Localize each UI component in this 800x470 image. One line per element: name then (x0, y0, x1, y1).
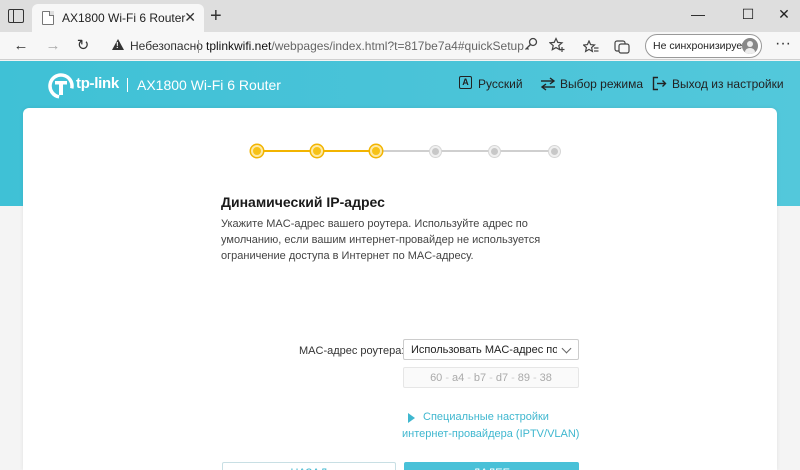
url-host: tplinkwifi.net (206, 39, 272, 53)
logout-icon[interactable] (652, 76, 667, 91)
expand-triangle-icon[interactable] (408, 413, 415, 423)
maximize-button[interactable]: ☐ (736, 3, 760, 25)
security-status[interactable]: Небезопасно (130, 39, 203, 53)
mac-octet: 89 (517, 371, 530, 384)
forward-nav-button[interactable]: → (42, 35, 64, 57)
url-text[interactable]: tplinkwifi.net/webpages/index.html?t=817… (206, 39, 524, 53)
tp-link-logo-icon (48, 73, 74, 99)
form-title: Динамический IP-адрес (221, 194, 385, 210)
tab-close-icon[interactable]: ✕ (184, 9, 196, 25)
mac-select-value: Использовать MAC-адрес по умолчанию (411, 344, 557, 356)
mac-separator: - (489, 371, 493, 384)
mac-octet: d7 (495, 371, 509, 384)
mac-octet: 38 (539, 371, 552, 384)
minimize-button[interactable]: — (686, 3, 710, 25)
tab-title: AX1800 Wi-Fi 6 Router (62, 11, 186, 25)
browser-tab-bar: AX1800 Wi-Fi 6 Router ✕ + — ☐ ✕ (0, 0, 800, 32)
address-bar[interactable]: Небезопасно tplinkwifi.net/webpages/inde… (102, 34, 632, 58)
avatar-icon (742, 38, 758, 54)
mac-address-select[interactable]: Использовать MAC-адрес по умолчанию (403, 339, 579, 360)
key-icon[interactable] (524, 37, 538, 53)
stepper-connector (257, 150, 317, 152)
browser-toolbar: ← → ↻ Небезопасно tplinkwifi.net/webpage… (0, 32, 800, 60)
step-pending-dot (429, 145, 441, 157)
stepper-connector (435, 150, 495, 152)
mac-separator: - (511, 371, 515, 384)
stepper-connector (495, 150, 555, 152)
url-path: /webpages/index.html?t=817be7a4#quickSet… (271, 39, 524, 53)
mac-separator: - (533, 371, 537, 384)
step-pending-dot (489, 145, 500, 157)
more-menu-icon[interactable]: ··· (772, 35, 794, 57)
profile-sync-button[interactable]: Не синхронизируется (645, 34, 762, 58)
isp-settings-link-cont[interactable]: интернет-провайдера (IPTV/VLAN) (402, 428, 579, 440)
quick-setup-card: Динамический IP-адрес Укажите MAC-адрес … (23, 108, 777, 470)
tab-actions-icon[interactable] (8, 9, 24, 23)
mac-address-display: 60 - a4 - b7 - d7 - 89 - 38 (403, 367, 579, 388)
close-window-button[interactable]: ✕ (772, 3, 796, 25)
progress-stepper (23, 108, 777, 168)
warning-icon[interactable] (112, 39, 124, 50)
mode-switch-icon[interactable] (540, 77, 556, 91)
router-model: AX1800 Wi-Fi 6 Router (137, 77, 281, 93)
mac-octet: b7 (473, 371, 487, 384)
form-description: Укажите MAC-адрес вашего роутера. Исполь… (221, 218, 541, 262)
step-complete-dot (310, 145, 323, 157)
address-divider (198, 40, 199, 53)
favorites-icon[interactable] (583, 40, 599, 54)
new-tab-button[interactable]: + (210, 6, 222, 26)
favorite-add-icon[interactable] (549, 37, 565, 53)
collections-icon[interactable] (614, 40, 630, 54)
header-divider (127, 78, 128, 92)
brand-name: tp-link (76, 75, 119, 92)
back-nav-button[interactable]: ← (10, 35, 32, 57)
router-page: tp-link AX1800 Wi-Fi 6 Router A Русский … (0, 61, 800, 470)
browser-tab[interactable]: AX1800 Wi-Fi 6 Router ✕ (32, 4, 204, 32)
step-complete-dot (370, 145, 382, 157)
page-favicon-icon (42, 11, 54, 25)
step-complete-dot (251, 145, 263, 157)
back-button[interactable]: НАЗАД (222, 462, 396, 470)
mac-octet: 60 (430, 371, 443, 384)
mode-select-link[interactable]: Выбор режима (560, 77, 643, 91)
language-link[interactable]: Русский (478, 77, 523, 91)
mac-separator: - (467, 371, 471, 384)
chevron-down-icon (561, 343, 572, 354)
stepper-connector (316, 150, 376, 152)
step-pending-dot (548, 145, 560, 157)
isp-settings-link[interactable]: Специальные настройки (423, 411, 549, 423)
mac-octet: a4 (451, 371, 465, 384)
language-icon[interactable]: A (459, 76, 472, 89)
logout-link[interactable]: Выход из настройки (672, 77, 784, 91)
next-button[interactable]: ДАЛЕЕ (404, 462, 579, 470)
mac-separator: - (445, 371, 449, 384)
reload-button[interactable]: ↻ (72, 35, 94, 57)
stepper-connector (376, 150, 436, 152)
mac-address-label: MAC-адрес роутера: (299, 345, 405, 357)
